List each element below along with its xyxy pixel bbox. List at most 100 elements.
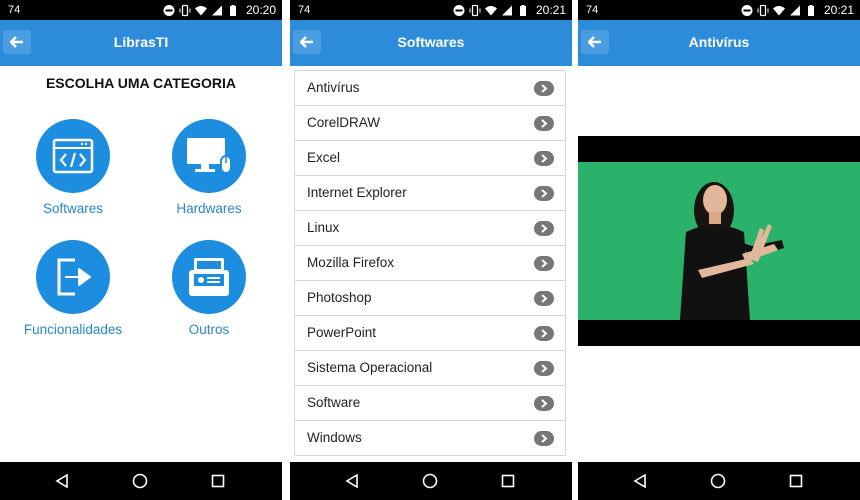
category-outros[interactable]: Outros xyxy=(144,240,274,337)
list-item[interactable]: Internet Explorer xyxy=(295,176,565,211)
vibrate-icon xyxy=(179,4,191,16)
list-item-label: Excel xyxy=(307,150,341,165)
chevron-right-icon xyxy=(534,81,554,96)
chevron-right-icon xyxy=(534,221,554,236)
list-item[interactable]: PowerPoint xyxy=(295,316,565,351)
signal-icon xyxy=(501,5,512,15)
triangle-back-icon xyxy=(55,474,68,488)
category-funcionalidades[interactable]: Funcionalidades xyxy=(8,240,138,337)
list-item-label: Internet Explorer xyxy=(307,185,407,200)
nav-home-button[interactable] xyxy=(132,473,148,489)
list-item-label: Antivírus xyxy=(307,80,360,95)
list-item[interactable]: Photoshop xyxy=(295,281,565,316)
list-item[interactable]: Linux xyxy=(295,211,565,246)
signal-icon xyxy=(789,5,800,15)
chevron-right-icon xyxy=(534,431,554,446)
signer-figure xyxy=(680,182,784,320)
wifi-icon xyxy=(194,5,207,15)
app-title: Softwares xyxy=(397,34,465,50)
signal-icon xyxy=(211,5,222,15)
list-item-label: CorelDRAW xyxy=(307,115,381,130)
nav-back-button[interactable] xyxy=(344,473,360,489)
card-box-icon xyxy=(189,258,229,296)
chevron-right-icon xyxy=(534,291,554,306)
chevron-right-icon xyxy=(534,186,554,201)
code-window-icon xyxy=(52,138,94,174)
category-label: Funcionalidades xyxy=(23,322,123,337)
chevron-right-icon xyxy=(534,396,554,411)
app-bar: LibrasTI xyxy=(0,20,282,66)
video-screen: 74 20:21 Antivírus xyxy=(578,0,860,500)
triangle-back-icon xyxy=(345,474,358,488)
wifi-icon xyxy=(772,5,785,15)
list-item[interactable]: CorelDRAW xyxy=(295,106,565,141)
app-title: Antivírus xyxy=(688,34,750,50)
nav-back-button[interactable] xyxy=(54,473,70,489)
nav-home-button[interactable] xyxy=(422,473,438,489)
chevron-right-icon xyxy=(534,256,554,271)
square-recents-icon xyxy=(789,474,803,488)
desktop-computer-icon xyxy=(187,138,232,174)
softwares-screen: 74 20:21 Softwares Antivírus CorelDRAW Exc… xyxy=(290,0,572,500)
sign-language-video[interactable] xyxy=(578,136,860,346)
battery-icon xyxy=(519,4,526,16)
category-hardwares[interactable]: Hardwares xyxy=(144,119,274,216)
status-notification-count: 74 xyxy=(8,4,21,16)
list-item-label: Sistema Operacional xyxy=(307,360,433,375)
battery-icon xyxy=(229,4,236,16)
nav-recents-button[interactable] xyxy=(788,473,804,489)
circle-home-icon xyxy=(710,473,726,489)
system-nav-bar xyxy=(290,462,572,500)
video-frame xyxy=(578,162,860,320)
nav-recents-button[interactable] xyxy=(210,473,226,489)
nav-home-button[interactable] xyxy=(710,473,726,489)
list-item[interactable]: Mozilla Firefox xyxy=(295,246,565,281)
category-softwares[interactable]: Softwares xyxy=(8,119,138,216)
circle-home-icon xyxy=(422,473,438,489)
vibrate-icon xyxy=(469,4,481,16)
do-not-disturb-icon xyxy=(163,4,175,16)
nav-back-button[interactable] xyxy=(632,473,648,489)
do-not-disturb-icon xyxy=(453,4,465,16)
status-time: 20:21 xyxy=(535,3,566,17)
status-bar: 74 20:20 xyxy=(0,0,282,20)
list-item[interactable]: Software xyxy=(295,386,565,421)
app-bar: Antivírus xyxy=(578,20,860,66)
nav-recents-button[interactable] xyxy=(500,473,516,489)
battery-icon xyxy=(807,4,814,16)
chevron-right-icon xyxy=(534,326,554,341)
chevron-right-icon xyxy=(534,116,554,131)
app-title: LibrasTI xyxy=(113,34,169,50)
list-item-label: Mozilla Firefox xyxy=(307,255,395,270)
app-bar: Softwares xyxy=(290,20,572,66)
exit-arrow-icon xyxy=(57,258,91,296)
category-heading: ESCOLHA UMA CATEGORIA xyxy=(45,75,237,91)
square-recents-icon xyxy=(501,474,515,488)
software-list: Antivírus CorelDRAW Excel Internet Explorer… xyxy=(294,70,566,456)
do-not-disturb-icon xyxy=(741,4,753,16)
list-item[interactable]: Sistema Operacional xyxy=(295,351,565,386)
status-time: 20:20 xyxy=(245,3,276,17)
circle-home-icon xyxy=(132,473,148,489)
status-bar: 74 20:21 xyxy=(290,0,572,20)
square-recents-icon xyxy=(211,474,225,488)
vibrate-icon xyxy=(757,4,769,16)
category-label: Softwares xyxy=(42,201,104,216)
category-label: Hardwares xyxy=(176,201,242,216)
list-item[interactable]: Excel xyxy=(295,141,565,176)
list-item[interactable]: Antivírus xyxy=(295,71,565,106)
status-notification-count: 74 xyxy=(586,4,599,16)
system-nav-bar xyxy=(0,462,282,500)
wifi-icon xyxy=(484,5,497,15)
list-item-label: Windows xyxy=(307,430,362,445)
categories-screen: 74 20:20 LibrasTI ESCOLHA UMA CATEGORIA … xyxy=(0,0,282,500)
list-item-label: PowerPoint xyxy=(307,325,377,340)
chevron-right-icon xyxy=(534,151,554,166)
list-item-label: Linux xyxy=(307,220,340,235)
system-nav-bar xyxy=(578,462,860,500)
category-label: Outros xyxy=(188,322,230,337)
status-bar: 74 20:21 xyxy=(578,0,860,20)
status-time: 20:21 xyxy=(823,3,854,17)
triangle-back-icon xyxy=(633,474,646,488)
list-item[interactable]: Windows xyxy=(295,421,565,456)
